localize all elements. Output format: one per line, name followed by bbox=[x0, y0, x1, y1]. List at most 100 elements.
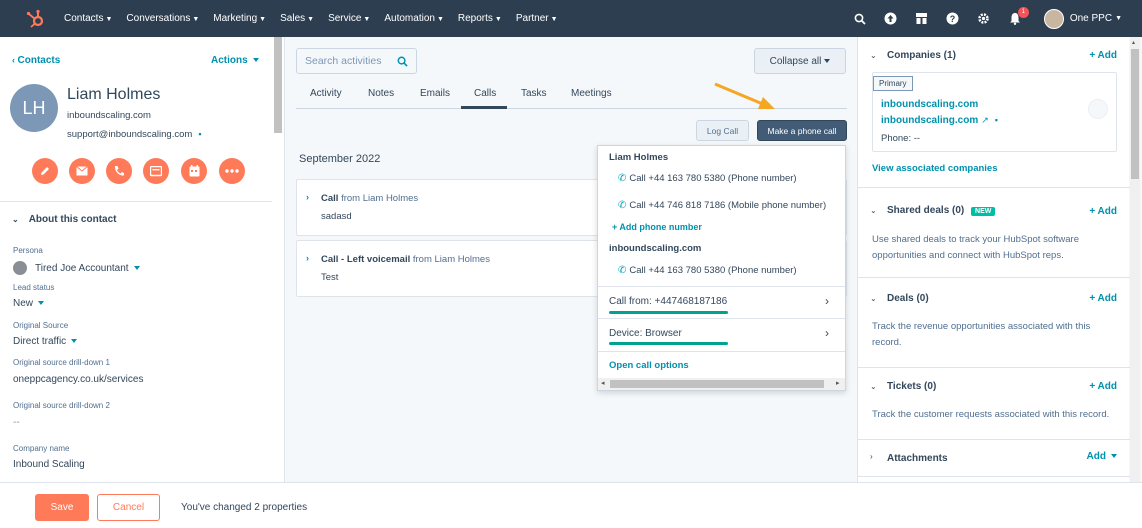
scrollbar-thumb[interactable] bbox=[610, 380, 824, 388]
task-action-button[interactable] bbox=[181, 158, 207, 184]
note-action-button[interactable] bbox=[32, 158, 58, 184]
more-actions-button[interactable] bbox=[219, 158, 245, 184]
account-menu[interactable]: One PPC ▼ bbox=[1043, 8, 1122, 29]
settings-gear-icon[interactable] bbox=[977, 12, 991, 26]
item-from: from Liam Holmes bbox=[412, 254, 490, 265]
notifications-bell-icon[interactable]: 1 bbox=[1008, 6, 1029, 26]
hubspot-logo-icon[interactable] bbox=[25, 9, 45, 29]
add-shared-deal-button[interactable]: + Add bbox=[1089, 206, 1117, 217]
chevron-right-icon[interactable]: › bbox=[306, 253, 309, 263]
phone-icon: ✆ bbox=[618, 200, 627, 211]
scroll-left-icon[interactable]: ◂ bbox=[601, 379, 605, 387]
search-icon[interactable] bbox=[853, 12, 867, 26]
copy-icon[interactable]: ▪ bbox=[198, 129, 201, 139]
search-activities-input[interactable]: Search activities bbox=[296, 48, 417, 74]
add-ticket-button[interactable]: + Add bbox=[1089, 381, 1117, 392]
tab-meetings[interactable]: Meetings bbox=[571, 88, 612, 99]
call-action-button[interactable] bbox=[106, 158, 132, 184]
phone-icon bbox=[114, 166, 124, 176]
tab-emails[interactable]: Emails bbox=[420, 88, 450, 99]
nav-conversations[interactable]: Conversations ▼ bbox=[126, 13, 199, 24]
back-to-contacts-link[interactable]: ‹ Contacts bbox=[12, 55, 60, 66]
nav-reports[interactable]: Reports ▼ bbox=[458, 13, 502, 24]
attachments-section-title[interactable]: Attachments bbox=[887, 453, 948, 464]
nav-partner[interactable]: Partner ▼ bbox=[516, 13, 558, 24]
chevron-down-icon[interactable]: ⌄ bbox=[870, 382, 877, 391]
make-phone-call-button[interactable]: Make a phone call bbox=[757, 120, 847, 141]
call-mobile-option[interactable]: ✆ Call +44 746 818 7186 (Mobile phone num… bbox=[618, 200, 826, 211]
deals-section-title[interactable]: Deals (0) bbox=[887, 293, 929, 304]
drilldown-2-value[interactable]: -- bbox=[13, 417, 20, 428]
divider bbox=[598, 351, 845, 352]
company-name-value[interactable]: Inbound Scaling bbox=[13, 459, 85, 470]
horizontal-scrollbar[interactable]: ◂ ▸ bbox=[598, 378, 845, 390]
tab-calls[interactable]: Calls bbox=[474, 88, 496, 99]
account-avatar bbox=[1043, 8, 1064, 29]
log-call-button[interactable]: Log Call bbox=[696, 120, 749, 141]
chevron-down-icon[interactable]: ⌄ bbox=[870, 294, 877, 303]
persona-avatar bbox=[13, 261, 27, 275]
call-phone-option[interactable]: ✆ Call +44 163 780 5380 (Phone number) bbox=[618, 173, 797, 184]
company-domain-link[interactable]: inboundscaling.com bbox=[881, 115, 978, 126]
chevron-right-icon[interactable]: › bbox=[825, 294, 829, 308]
persona-select[interactable]: Tired Joe Accountant bbox=[13, 261, 140, 275]
companies-section-title[interactable]: Companies (1) bbox=[887, 50, 956, 61]
screen-icon bbox=[150, 165, 162, 176]
about-section-toggle[interactable]: ⌄ About this contact bbox=[12, 214, 116, 225]
calendar-icon bbox=[189, 165, 199, 177]
svg-text:?: ? bbox=[950, 14, 956, 24]
chevron-down-icon: ▼ bbox=[1115, 15, 1122, 22]
chevron-right-icon[interactable]: › bbox=[825, 326, 829, 340]
add-deal-button[interactable]: + Add bbox=[1089, 293, 1117, 304]
add-phone-number-link[interactable]: + Add phone number bbox=[612, 222, 702, 232]
tab-tasks[interactable]: Tasks bbox=[521, 88, 547, 99]
nav-marketing[interactable]: Marketing ▼ bbox=[213, 13, 266, 24]
left-scrollbar[interactable] bbox=[274, 37, 282, 133]
nav-contacts[interactable]: Contacts ▼ bbox=[64, 13, 112, 24]
chevron-down-icon[interactable]: ⌄ bbox=[870, 51, 877, 60]
add-attachment-dropdown[interactable]: Add bbox=[1087, 451, 1117, 462]
tab-notes[interactable]: Notes bbox=[368, 88, 394, 99]
call-from-option[interactable]: Call from: +447468187186 bbox=[609, 296, 727, 307]
company-link[interactable]: inboundscaling.com bbox=[881, 99, 978, 110]
highlight-underline bbox=[609, 342, 728, 345]
item-title: Call bbox=[321, 193, 339, 204]
help-icon[interactable]: ? bbox=[946, 12, 960, 26]
scroll-right-icon[interactable]: ▸ bbox=[836, 379, 840, 387]
cancel-button[interactable]: Cancel bbox=[97, 494, 160, 521]
call-company-phone-option[interactable]: ✆ Call +44 163 780 5380 (Phone number) bbox=[618, 265, 797, 276]
tickets-description: Track the customer requests associated w… bbox=[872, 409, 1110, 420]
nav-sales[interactable]: Sales ▼ bbox=[280, 13, 314, 24]
original-source-select[interactable]: Direct traffic bbox=[13, 336, 78, 347]
shared-deals-title[interactable]: Shared deals (0) NEW bbox=[887, 205, 996, 216]
scroll-up-icon[interactable]: ▴ bbox=[1132, 39, 1135, 46]
save-button[interactable]: Save bbox=[35, 494, 89, 521]
chevron-right-icon[interactable]: › bbox=[306, 192, 309, 202]
contact-domain: inboundscaling.com bbox=[67, 110, 151, 121]
account-name: One PPC bbox=[1069, 13, 1113, 24]
actions-dropdown[interactable]: Actions bbox=[211, 55, 259, 66]
external-link-icon[interactable]: ↗ bbox=[981, 115, 989, 125]
tab-activity[interactable]: Activity bbox=[310, 88, 342, 99]
add-company-button[interactable]: + Add bbox=[1089, 50, 1117, 61]
view-associated-companies-link[interactable]: View associated companies bbox=[872, 163, 998, 174]
nav-automation[interactable]: Automation ▼ bbox=[384, 13, 444, 24]
device-option[interactable]: Device: Browser bbox=[609, 328, 682, 339]
page-scrollbar-track[interactable]: ▴ bbox=[1130, 37, 1140, 482]
marketplace-icon[interactable] bbox=[915, 12, 929, 26]
copy-icon[interactable]: ▪ bbox=[995, 115, 998, 125]
scrollbar-thumb[interactable] bbox=[1131, 49, 1139, 179]
chevron-down-icon[interactable]: ⌄ bbox=[870, 206, 877, 215]
chevron-right-icon[interactable]: › bbox=[870, 452, 873, 461]
property-label: Persona bbox=[13, 246, 43, 255]
nav-service[interactable]: Service ▼ bbox=[328, 13, 370, 24]
drilldown-1-value[interactable]: oneppcagency.co.uk/services bbox=[13, 374, 143, 385]
tickets-section-title[interactable]: Tickets (0) bbox=[887, 381, 936, 392]
collapse-all-button[interactable]: Collapse all bbox=[754, 48, 846, 74]
contact-name[interactable]: Liam Holmes bbox=[67, 86, 160, 104]
lead-status-select[interactable]: New bbox=[13, 298, 45, 309]
log-activity-button[interactable] bbox=[143, 158, 169, 184]
email-action-button[interactable] bbox=[69, 158, 95, 184]
upgrade-icon[interactable] bbox=[884, 12, 898, 26]
open-call-options-link[interactable]: Open call options bbox=[609, 360, 689, 371]
